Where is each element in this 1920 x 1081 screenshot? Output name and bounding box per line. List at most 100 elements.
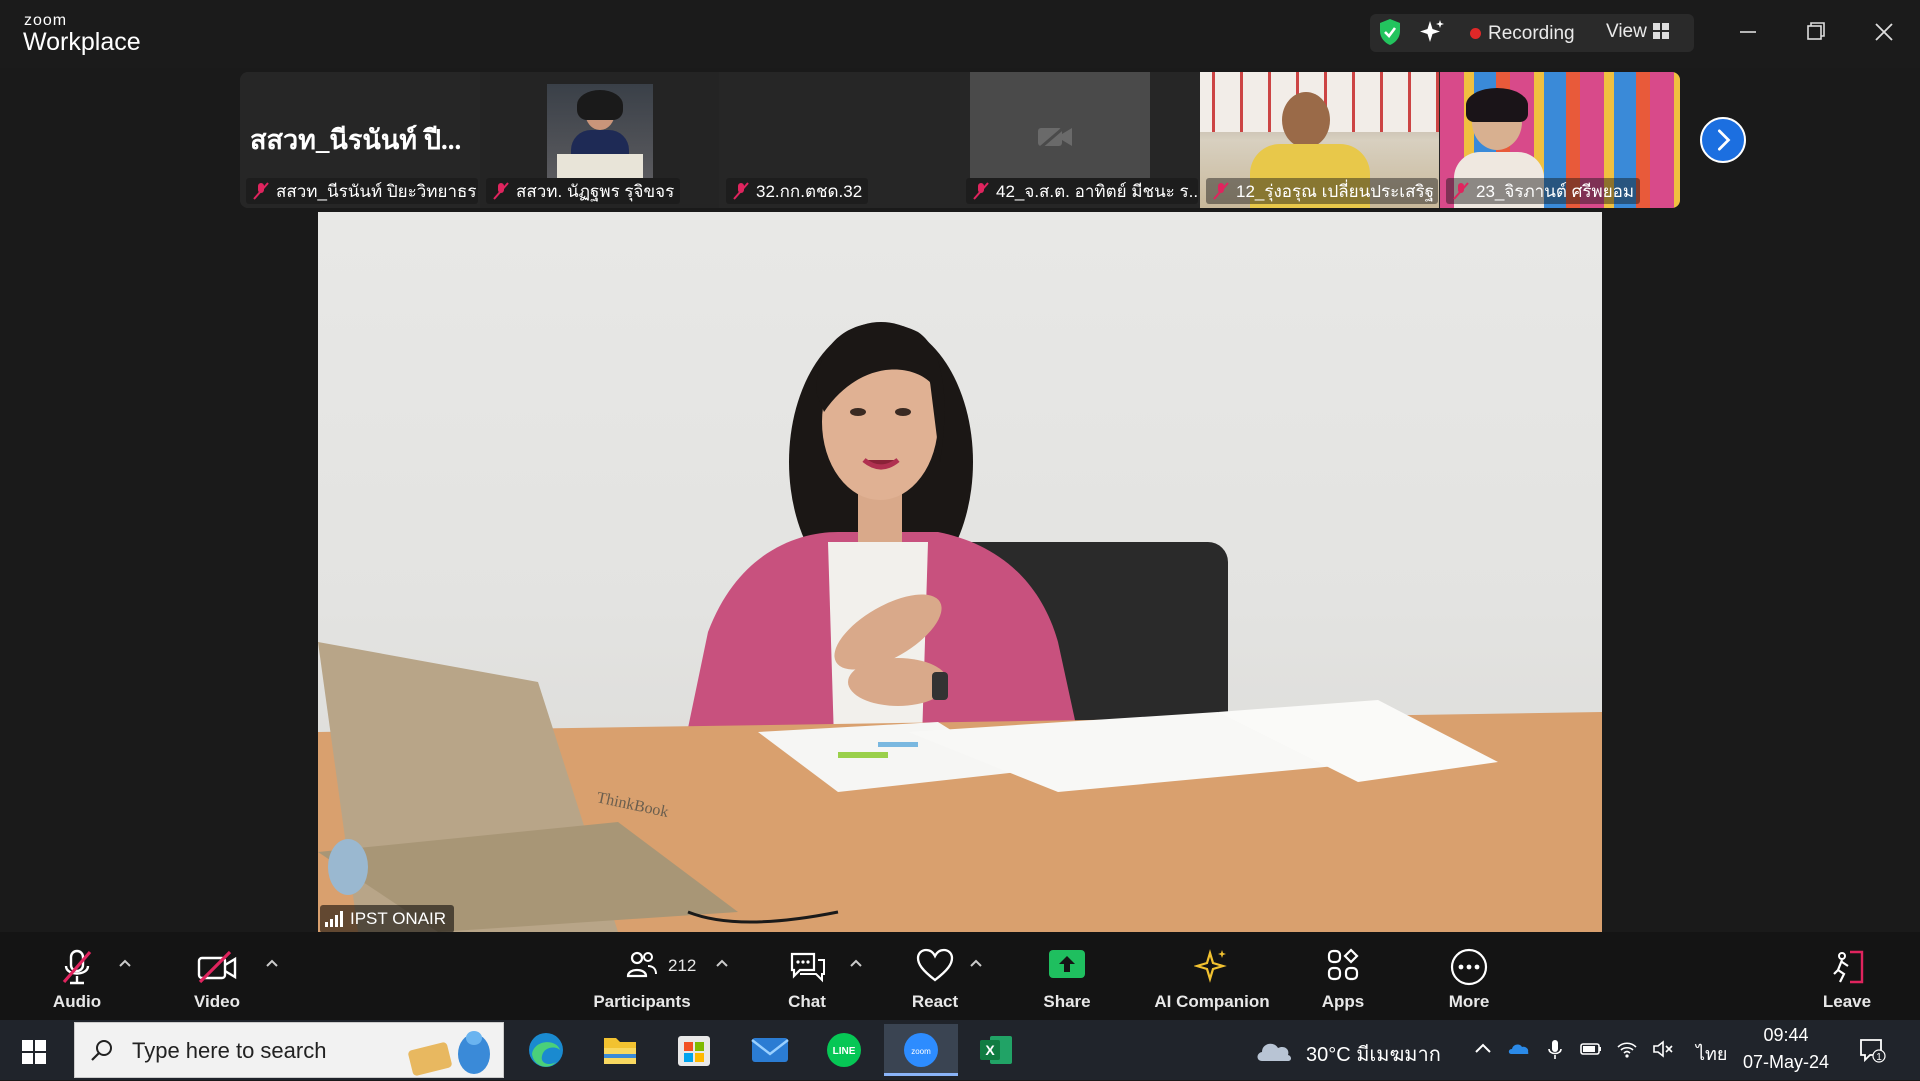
react-label: React — [911, 992, 959, 1011]
mic-muted-icon — [62, 949, 92, 985]
more-label: More — [1448, 992, 1490, 1011]
clock-date[interactable]: 07-May-24 — [1740, 1052, 1832, 1073]
windows-start-icon[interactable] — [22, 1040, 46, 1064]
active-speaker-video: ThinkBook — [318, 212, 1602, 932]
microsoft-store-icon[interactable] — [664, 1024, 724, 1076]
participant-face — [1282, 92, 1330, 148]
chevron-up-icon[interactable] — [265, 958, 279, 968]
chat-button[interactable]: Chat — [770, 932, 844, 1020]
ai-companion-sparkle-icon — [1194, 949, 1227, 983]
participant-name: สสวท_นีรนันท์ ปิยะวิทยาธร... — [276, 181, 478, 201]
search-placeholder: Type here to search — [132, 1038, 327, 1063]
more-dots-icon — [1450, 948, 1488, 986]
video-button[interactable]: Video — [180, 932, 254, 1020]
participant-name: 42_จ.ส.ต. อาทิตย์ มีชนะ ร... — [996, 181, 1198, 201]
mail-icon[interactable] — [740, 1024, 800, 1076]
speaker-muted-icon[interactable] — [1652, 1038, 1674, 1060]
recording-label[interactable]: Recording — [1488, 23, 1575, 45]
minimize-button[interactable] — [1726, 12, 1770, 52]
zoom-taskbar-app[interactable]: zoom — [884, 1024, 958, 1076]
leave-label: Leave — [1822, 992, 1872, 1011]
notification-center-icon[interactable]: 1 — [1858, 1036, 1886, 1064]
participant-tile[interactable]: สสวท. นัฏฐพร รุจิขจร — [480, 72, 719, 208]
participant-tile[interactable]: 12_รุ่งอรุณ เปลี่ยนประเสริฐ — [1200, 72, 1439, 208]
camera-off-icon — [1038, 122, 1072, 150]
cloud-weather-icon[interactable] — [1254, 1037, 1294, 1063]
chat-icon — [790, 952, 825, 983]
excel-icon[interactable]: X — [966, 1024, 1026, 1076]
restore-button[interactable] — [1794, 12, 1838, 52]
participant-hair — [1466, 88, 1528, 122]
participant-tile[interactable]: 42_จ.ส.ต. อาทิตย์ มีชนะ ร... — [960, 72, 1199, 208]
share-button[interactable]: Share — [1030, 932, 1104, 1020]
leave-button[interactable]: Leave — [1810, 932, 1884, 1020]
ai-companion-label: AI Companion — [1154, 992, 1270, 1011]
share-screen-icon — [1049, 950, 1085, 978]
mic-muted-icon — [1453, 182, 1469, 200]
weather-status[interactable]: 30°C มีเมฆมาก — [1306, 1038, 1441, 1070]
apps-button[interactable]: Apps — [1306, 932, 1380, 1020]
more-button[interactable]: More — [1432, 932, 1506, 1020]
speaker-nametag: IPST ONAIR — [320, 905, 455, 933]
grid-view-icon[interactable] — [1652, 22, 1670, 40]
chevron-up-icon[interactable] — [969, 958, 983, 968]
participant-video — [547, 84, 653, 178]
view-button[interactable]: View — [1606, 21, 1647, 43]
zoom-app-icon: zoom — [904, 1033, 938, 1067]
participant-nametag: 23_จิรภานต์ ศรีพยอม — [1446, 178, 1641, 204]
ai-companion-button[interactable]: AI Companion — [1146, 932, 1278, 1020]
mic-muted-icon — [733, 182, 749, 200]
next-page-arrow-icon[interactable] — [1700, 117, 1746, 163]
battery-icon[interactable] — [1580, 1038, 1602, 1060]
input-language[interactable]: ไทย — [1696, 1039, 1727, 1068]
wifi-icon[interactable] — [1616, 1038, 1638, 1060]
react-button[interactable]: React — [898, 932, 972, 1020]
line-app-icon[interactable]: LINE — [814, 1024, 874, 1076]
microphone-icon[interactable] — [1544, 1038, 1566, 1060]
participant-name: สสวท. นัฏฐพร รุจิขจร — [516, 181, 675, 201]
recording-dot — [1470, 28, 1481, 39]
apps-icon — [1327, 948, 1359, 981]
participant-nametag: สสวท_นีรนันท์ ปิยะวิทยาธร... — [246, 178, 478, 204]
audio-button[interactable]: Audio — [40, 932, 114, 1020]
leave-door-icon — [1833, 950, 1864, 984]
close-button[interactable] — [1862, 12, 1906, 52]
chevron-up-icon[interactable] — [1472, 1038, 1494, 1060]
heart-icon — [916, 948, 954, 982]
chevron-up-icon[interactable] — [715, 958, 729, 968]
apps-label: Apps — [1321, 992, 1365, 1011]
video-label: Video — [194, 992, 240, 1011]
onedrive-cloud-icon[interactable] — [1508, 1038, 1530, 1060]
notification-count: 1 — [1876, 1052, 1882, 1063]
participant-name: 12_รุ่งอรุณ เปลี่ยนประเสริฐ — [1236, 181, 1434, 201]
participant-tile[interactable]: 23_จิรภานต์ ศรีพยอม — [1440, 72, 1680, 208]
mic-muted-icon — [1213, 182, 1229, 200]
speaker-name: IPST ONAIR — [350, 909, 447, 928]
file-explorer-icon[interactable] — [590, 1024, 650, 1076]
app-logo-workplace: Workplace — [23, 28, 141, 56]
chevron-up-icon[interactable] — [118, 958, 132, 968]
svg-text:LINE: LINE — [833, 1046, 856, 1057]
ai-sparkle-icon[interactable] — [1418, 18, 1446, 46]
shield-check-icon[interactable] — [1378, 18, 1402, 46]
svg-text:X: X — [985, 1042, 995, 1058]
participant-nametag: 32.กก.ตชด.32 — [726, 178, 869, 204]
participant-tile[interactable]: สสวท_นีรนันท์ ปี... สสวท_นีรนันท์ ปิยะวิ… — [240, 72, 479, 208]
chat-label: Chat — [788, 992, 826, 1011]
participant-nametag: สสวท. นัฏฐพร รุจิขจร — [486, 178, 681, 204]
share-label: Share — [1043, 992, 1091, 1011]
participants-button[interactable]: Participants — [588, 932, 696, 1020]
search-icon — [91, 1040, 112, 1061]
edge-browser-icon[interactable] — [516, 1024, 576, 1076]
chevron-up-icon[interactable] — [849, 958, 863, 968]
mic-muted-icon — [493, 182, 509, 200]
participants-icon — [626, 951, 657, 978]
participant-name: 32.กก.ตชด.32 — [756, 181, 863, 201]
participant-name: 23_จิรภานต์ ศรีพยอม — [1476, 181, 1635, 201]
participants-label: Participants — [593, 992, 691, 1011]
participant-tile[interactable]: 32.กก.ตชด.32 — [720, 72, 959, 208]
participant-strip: สสวท_นีรนันท์ ปี... สสวท_นีรนันท์ ปิยะวิ… — [240, 72, 1680, 208]
clock-time[interactable]: 09:44 — [1744, 1025, 1828, 1046]
search-highlight-illustration-icon — [408, 1031, 490, 1076]
camera-off-icon — [197, 950, 237, 984]
